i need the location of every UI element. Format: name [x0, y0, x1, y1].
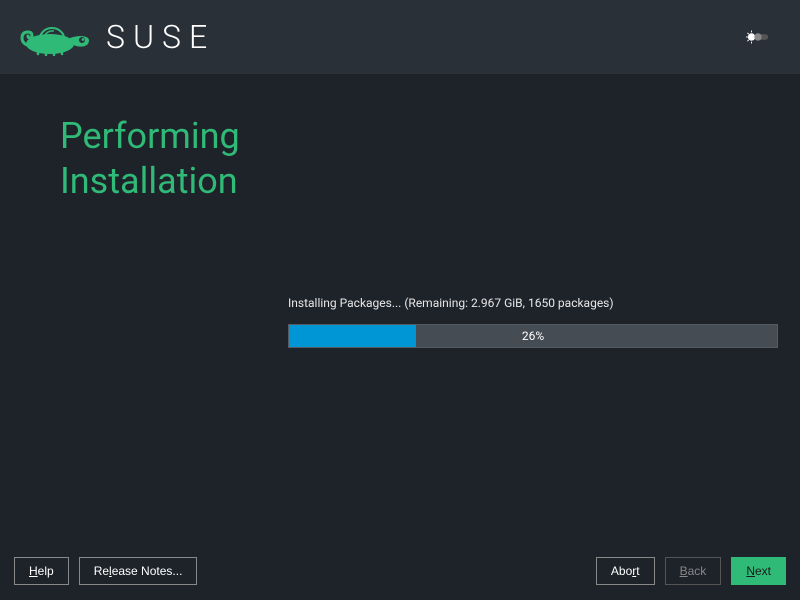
suse-chameleon-icon [20, 18, 92, 56]
abort-button[interactable]: Abort [596, 557, 655, 585]
progress-section: Installing Packages... (Remaining: 2.967… [288, 296, 778, 348]
progress-bar: 26% [288, 324, 778, 348]
theme-toggle[interactable] [746, 29, 770, 45]
help-button[interactable]: Help [14, 557, 69, 585]
footer-button-bar: Help Release Notes... Abort Back Next [0, 542, 800, 600]
brand-name: SUSE [106, 18, 215, 56]
page-title-line2: Installation [60, 160, 238, 202]
page-title-line1: Performing [60, 115, 240, 157]
install-status-text: Installing Packages... (Remaining: 2.967… [288, 296, 778, 310]
progress-bar-fill [289, 325, 416, 347]
content-area: Performing Installation [0, 74, 800, 244]
release-notes-button[interactable]: Release Notes... [79, 557, 198, 585]
installer-header: SUSE [0, 0, 800, 74]
logo-area: SUSE [20, 18, 215, 56]
next-button[interactable]: Next [731, 557, 786, 585]
page-title: Performing Installation [60, 114, 740, 204]
progress-percent-label: 26% [522, 329, 544, 343]
back-button[interactable]: Back [665, 557, 722, 585]
